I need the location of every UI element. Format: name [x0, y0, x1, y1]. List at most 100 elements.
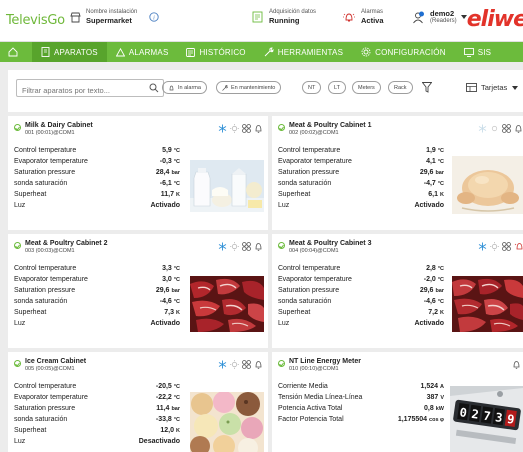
reading-number: 1,9: [426, 147, 436, 154]
device-card[interactable]: Milk & Dairy Cabinet 001 (00:01)@COM1 Co…: [8, 116, 268, 230]
reading-unit: °C: [437, 277, 444, 283]
device-card[interactable]: Ice Cream Cabinet 005 (00:05)@COM1 Contr…: [8, 352, 268, 452]
reading-label: Superheat: [14, 427, 47, 434]
device-card[interactable]: NT Line Energy Meter 010 (00:10)@COM1 Co…: [272, 352, 523, 452]
reading-label: Control temperature: [278, 147, 341, 154]
reading-value: 3,3 °C: [162, 265, 180, 272]
filter-chip-nt[interactable]: NT: [302, 81, 322, 94]
device-status-icons: [218, 124, 263, 133]
light-icon: [230, 124, 239, 133]
device-card-header: Meat & Poultry Cabinet 1 002 (00:02)@COM…: [278, 122, 371, 137]
device-id: 010 (00:10)@COM1: [289, 366, 339, 372]
reading-label: Saturation pressure: [278, 287, 340, 294]
nav-tab-devices[interactable]: APARATOS: [32, 42, 107, 62]
fan-icon: [242, 124, 251, 133]
search-input[interactable]: [17, 82, 143, 99]
reading-label: sonda saturación: [278, 298, 332, 305]
view-selector[interactable]: Tarjetas: [466, 83, 522, 92]
info-icon[interactable]: i: [149, 12, 160, 22]
status-ok-icon: [278, 124, 285, 131]
nav-tab-tools[interactable]: HERRAMIENTAS: [255, 42, 352, 62]
reading-unit: °C: [437, 299, 444, 305]
reading-unit: °C: [173, 395, 180, 401]
reading-label: sonda saturación: [278, 180, 332, 187]
view-selector-label: Tarjetas: [481, 83, 508, 92]
reading-value: -2,0 °C: [424, 276, 444, 283]
reading-value: Activado: [414, 320, 444, 327]
reading-value: 6,1 K: [428, 191, 444, 198]
filter-chip-lt[interactable]: LT: [328, 81, 347, 94]
reading-label: Luz: [278, 320, 290, 327]
reading-number: -6,1: [159, 180, 172, 187]
brand-logo: eliwe: [466, 7, 523, 32]
reading-unit: °C: [173, 159, 180, 165]
product-image-chicken: [452, 156, 523, 214]
reading-number: -20,5: [155, 383, 172, 390]
reading-value: Desactivado: [138, 438, 180, 445]
device-title: NT Line Energy Meter: [289, 358, 361, 365]
reading-label: Superheat: [278, 309, 311, 316]
reading-unit: °C: [173, 266, 180, 272]
reading-label: Factor Potencia Total: [278, 416, 344, 423]
filter-chip-label: LT: [334, 84, 341, 91]
alarm-bell-icon: [169, 85, 174, 90]
nav-tab-system[interactable]: SIS: [455, 42, 501, 62]
reading-unit: K: [176, 310, 180, 316]
reading-label: Luz: [14, 320, 26, 327]
reading-label: Saturation pressure: [14, 287, 76, 294]
nav-tab-label: HERRAMIENTAS: [277, 47, 344, 57]
filter-chip-label: Rack: [394, 84, 407, 91]
device-card[interactable]: Meat & Poultry Cabinet 2 003 (00:03)@COM…: [8, 234, 268, 348]
search-icon[interactable]: [149, 83, 159, 93]
defrost-snowflake-icon: [218, 360, 227, 369]
nav-tab-history[interactable]: HISTÓRICO: [177, 42, 254, 62]
filter-chip-meters[interactable]: Meters: [352, 81, 381, 94]
alarms-info[interactable]: Alarmas Activa: [342, 9, 384, 25]
user-icon: [413, 11, 424, 23]
device-card[interactable]: Meat & Poultry Cabinet 3 004 (00:04)@COM…: [272, 234, 523, 348]
reading-value: 12,0 K: [160, 427, 180, 434]
reading-unit: bar: [171, 406, 180, 412]
monitor-icon: [463, 47, 474, 57]
reading-number: 28,4: [155, 169, 170, 176]
reading-label: Saturation pressure: [14, 169, 76, 176]
reading-label: Potencia Activa Total: [278, 405, 343, 412]
reading-unit: kW: [435, 406, 444, 412]
reading-label: Luz: [14, 202, 26, 209]
reading-label: Evaporator temperature: [278, 276, 352, 283]
alarms-label: Alarmas: [361, 9, 384, 15]
light-icon: [230, 242, 239, 251]
devices-icon: [41, 47, 50, 57]
fan-icon: [242, 360, 251, 369]
device-status-icons: [512, 360, 521, 369]
filter-icon[interactable]: [422, 82, 432, 93]
reading-number: 0,8: [424, 405, 434, 412]
light-icon: [230, 360, 239, 369]
main-nav: APARATOS ALARMAS HISTÓRICO HERRAMIENTAS …: [0, 42, 523, 62]
filter-chip-label: NT: [308, 84, 316, 91]
history-icon: [186, 47, 196, 57]
device-card-header: Meat & Poultry Cabinet 3 004 (00:04)@COM…: [278, 240, 371, 255]
nav-tab-alarms[interactable]: ALARMAS: [107, 42, 178, 62]
device-card[interactable]: Meat & Poultry Cabinet 1 002 (00:02)@COM…: [272, 116, 523, 230]
reading-number: -22,2: [155, 394, 172, 401]
reading-number: 387: [426, 394, 439, 401]
filter-chip-in-alarm[interactable]: In alarma: [162, 81, 207, 94]
device-id: 004 (00:04)@COM1: [289, 248, 339, 254]
defrost-snowflake-icon: [478, 124, 487, 133]
wrench-icon: [222, 84, 228, 91]
nav-tab-label: APARATOS: [54, 47, 98, 57]
nav-tab-configuration[interactable]: CONFIGURACIÓN: [352, 42, 455, 62]
filter-chip-rack[interactable]: Rack: [388, 81, 413, 94]
reading-value: -4,6 °C: [160, 298, 180, 305]
reading-value: 0,8 kW: [424, 405, 444, 412]
reading-unit: V: [440, 395, 444, 401]
device-id: 001 (00:01)@COM1: [25, 130, 75, 136]
device-card-header: Meat & Poultry Cabinet 2 003 (00:03)@COM…: [14, 240, 107, 255]
nav-home[interactable]: [0, 42, 32, 62]
product-image-dairy: [190, 160, 264, 212]
reading-label: Evaporator temperature: [14, 158, 88, 165]
user-menu[interactable]: demo2 (Readers): [412, 9, 467, 25]
reading-unit: °C: [173, 299, 180, 305]
filter-chip-maintenance[interactable]: En mantenimiento: [216, 81, 282, 94]
